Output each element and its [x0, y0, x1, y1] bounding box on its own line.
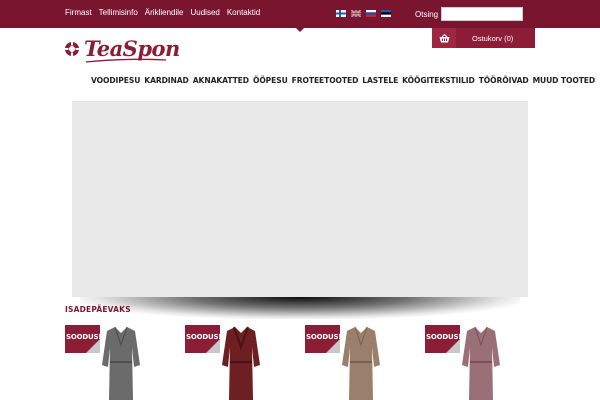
- nav-item-aknakatted[interactable]: AKNAKATTED: [193, 76, 249, 85]
- robe-image[interactable]: [341, 325, 381, 400]
- nav-item-oopesu[interactable]: ÖÖPESU: [253, 76, 288, 85]
- search-label: Otsing: [415, 10, 439, 19]
- hero-banner[interactable]: [72, 101, 528, 297]
- top-link-uudised[interactable]: Uudised: [190, 8, 219, 18]
- nav-item-voodipesu[interactable]: VOODIPESU: [91, 76, 140, 85]
- search-input[interactable]: [441, 7, 523, 21]
- product-card[interactable]: SOODUS!: [425, 323, 525, 400]
- robe-image[interactable]: [221, 325, 261, 400]
- nav-item-toorõivad[interactable]: TÖÖRÕIVAD: [479, 76, 529, 85]
- sale-badge: SOODUS!: [425, 325, 461, 353]
- topbar-notch: [296, 28, 304, 32]
- sale-badge: SOODUS!: [305, 325, 341, 353]
- robe-image[interactable]: [101, 325, 141, 400]
- product-card[interactable]: SOODUS!: [305, 323, 405, 400]
- robe-image[interactable]: [461, 325, 501, 400]
- nav-item-lastele[interactable]: LASTELE: [362, 76, 398, 85]
- product-card[interactable]: SOODUS!: [185, 323, 285, 400]
- main-nav: VOODIPESU KARDINAD AKNAKATTED ÖÖPESU FRO…: [91, 76, 595, 85]
- cart-label: Ostukorv (0): [472, 34, 514, 43]
- estonian-flag-icon[interactable]: [381, 10, 391, 17]
- top-link-kontaktid[interactable]: Kontaktid: [227, 8, 260, 18]
- top-bar: Firmast Tellimisinfo Ärikliendile Uudise…: [0, 0, 600, 28]
- top-link-tellimisinfo[interactable]: Tellimisinfo: [99, 8, 138, 18]
- badge-fold: [326, 339, 340, 353]
- badge-fold: [206, 339, 220, 353]
- product-card[interactable]: SOODUS!: [65, 323, 165, 400]
- nav-item-froteetooted[interactable]: FROTEETOOTED: [292, 76, 359, 85]
- russian-flag-icon[interactable]: [366, 10, 376, 17]
- english-flag-icon[interactable]: [351, 10, 361, 17]
- language-switcher: [336, 10, 391, 17]
- nav-item-muud-tooted[interactable]: MUUD TOOTED: [533, 76, 596, 85]
- top-link-arikliendile[interactable]: Ärikliendile: [145, 8, 184, 18]
- badge-fold: [446, 339, 460, 353]
- cart-button[interactable]: Ostukorv (0): [432, 28, 535, 48]
- nav-item-koogitekstiilid[interactable]: KÖÖGITEKSTIILID: [402, 76, 475, 85]
- top-link-firmast[interactable]: Firmast: [65, 8, 92, 18]
- badge-fold: [86, 339, 100, 353]
- top-links: Firmast Tellimisinfo Ärikliendile Uudise…: [65, 8, 260, 18]
- sale-badge: SOODUS!: [185, 325, 221, 353]
- basket-icon: [439, 33, 449, 42]
- nav-item-kardinad[interactable]: KARDINAD: [144, 76, 189, 85]
- sale-badge: SOODUS!: [65, 325, 101, 353]
- finnish-flag-icon[interactable]: [336, 10, 346, 17]
- lifebuoy-icon: [64, 41, 80, 57]
- site-logo[interactable]: TeaSpon: [64, 36, 180, 66]
- banner-shadow: [80, 297, 520, 319]
- section-title: ISADEPÄEVAKS: [65, 305, 131, 314]
- cart-icon-box: [432, 28, 456, 48]
- logo-swoosh: [85, 58, 167, 63]
